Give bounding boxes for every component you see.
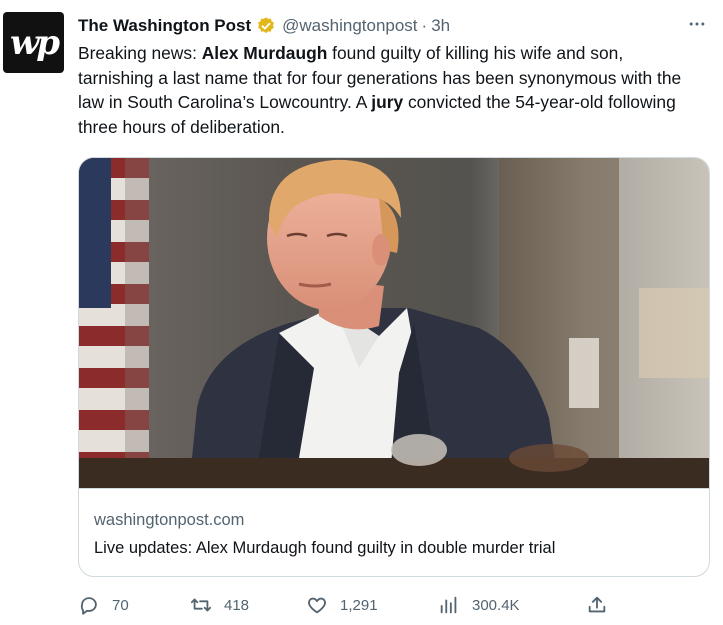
retweet-count: 418 <box>224 596 250 614</box>
card-photo[interactable] <box>79 158 710 488</box>
card-meta[interactable]: washingtonpost.com Live updates: Alex Mu… <box>79 488 709 576</box>
views-icon <box>440 596 457 614</box>
like-count: 1,291 <box>340 596 378 614</box>
tweet-text-segment: Breaking news: <box>78 43 202 63</box>
link-card[interactable]: washingtonpost.com Live updates: Alex Mu… <box>78 157 710 577</box>
tweet-text-bold[interactable]: jury <box>371 92 403 112</box>
verified-badge-icon[interactable] <box>256 16 276 36</box>
display-name[interactable]: The Washington Post <box>78 16 251 36</box>
avatar-logo-text: wp <box>9 22 60 63</box>
tweet-text-bold[interactable]: Alex Murdaugh <box>202 43 328 63</box>
like-icon <box>308 597 326 614</box>
share-icon <box>588 596 606 613</box>
more-horizontal-icon[interactable] <box>685 12 709 36</box>
timestamp[interactable]: 3h <box>431 16 450 36</box>
share-button[interactable] <box>586 592 620 618</box>
card-title: Live updates: Alex Murdaugh found guilty… <box>94 539 556 557</box>
separator: · <box>421 16 428 35</box>
reply-icon <box>80 597 97 615</box>
card-domain: washingtonpost.com <box>94 511 245 529</box>
retweet-icon <box>190 598 212 612</box>
like-button[interactable]: 1,291 <box>306 592 378 618</box>
views-count: 300.4K <box>472 596 520 614</box>
avatar[interactable]: wp <box>3 12 64 73</box>
tweet-header: The Washington Post @washingtonpost · 3h <box>78 14 450 38</box>
handle[interactable]: @washingtonpost <box>282 16 417 36</box>
views-button[interactable]: 300.4K <box>438 592 520 618</box>
tweet-text: Breaking news: Alex Murdaugh found guilt… <box>78 41 698 139</box>
reply-button[interactable]: 70 <box>78 592 129 618</box>
reply-count: 70 <box>112 596 129 614</box>
action-bar: 70 418 1,291 300.4K <box>78 592 718 618</box>
retweet-button[interactable]: 418 <box>190 592 249 618</box>
